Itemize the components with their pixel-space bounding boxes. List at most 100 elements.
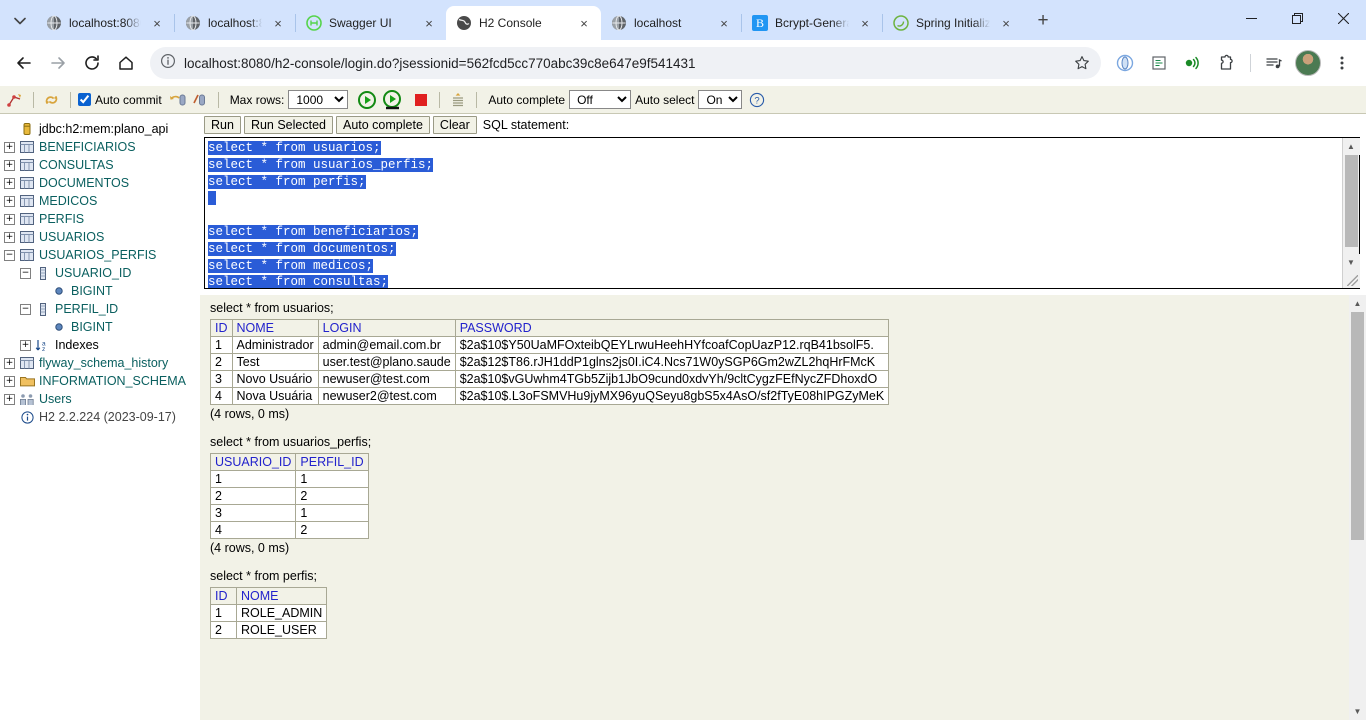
commit-icon[interactable] <box>189 89 211 111</box>
tab-localhost[interactable]: localhost × <box>601 6 741 40</box>
new-tab-button[interactable]: + <box>1029 7 1057 35</box>
scroll-up-icon[interactable]: ▲ <box>1349 295 1366 312</box>
column-header[interactable]: NOME <box>235 587 328 605</box>
run-icon[interactable] <box>356 89 378 111</box>
tree-toggle-icon[interactable]: + <box>20 339 31 351</box>
tree-toggle-icon[interactable]: + <box>4 393 15 405</box>
column-header[interactable]: LOGIN <box>317 319 456 337</box>
close-icon[interactable]: × <box>420 14 438 32</box>
tab-localhost-8080-v-2[interactable]: localhost:8080/v × <box>175 6 295 40</box>
disconnect-icon[interactable] <box>4 89 26 111</box>
tree-toggle-icon[interactable]: + <box>4 231 15 243</box>
rollback-icon[interactable] <box>167 89 189 111</box>
scroll-down-icon[interactable]: ▼ <box>1349 703 1366 720</box>
max-rows-select[interactable]: 1000 <box>288 90 349 109</box>
tab-bcrypt-generator[interactable]: B Bcrypt-Generato × <box>742 6 882 40</box>
reload-icon[interactable] <box>76 47 108 79</box>
clear-icon[interactable] <box>447 89 469 111</box>
tree-toggle-icon[interactable]: + <box>4 375 15 387</box>
tree-node-usuarios-perfis[interactable]: − USUARIOS_PERFIS <box>4 246 200 264</box>
close-window-button[interactable] <box>1320 0 1366 36</box>
media-playlist-icon[interactable] <box>1258 47 1290 79</box>
tree-node-usuario-id-type[interactable]: BIGINT <box>4 282 200 300</box>
stop-icon[interactable] <box>410 89 432 111</box>
refresh-icon[interactable] <box>41 89 63 111</box>
auto-select-select[interactable]: On <box>698 90 743 109</box>
tree-toggle-icon[interactable]: − <box>4 249 15 261</box>
opera-touch-icon[interactable] <box>1109 47 1141 79</box>
scroll-track[interactable] <box>1349 312 1366 703</box>
minimize-button[interactable] <box>1228 0 1274 36</box>
sql-editor-container[interactable]: select * from usuarios; select * from usu… <box>204 137 1360 289</box>
tree-node-perfis[interactable]: + PERFIS <box>4 210 200 228</box>
scroll-track[interactable] <box>1343 155 1360 254</box>
column-header[interactable]: NOME <box>231 319 319 337</box>
column-header[interactable]: PERFIL_ID <box>295 453 369 471</box>
chrome-menu-icon[interactable] <box>1326 47 1358 79</box>
tree-node-indexes[interactable]: + az Indexes <box>4 336 200 354</box>
tree-node-usuarios[interactable]: + USUARIOS <box>4 228 200 246</box>
column-header[interactable]: ID <box>210 587 237 605</box>
tracking-protection-icon[interactable] <box>1177 47 1209 79</box>
scroll-thumb[interactable] <box>1351 312 1364 540</box>
close-icon[interactable]: × <box>715 14 733 32</box>
site-info-icon[interactable] <box>160 53 176 74</box>
tree-node-users[interactable]: + Users <box>4 390 200 408</box>
tree-node-perfil-id[interactable]: − PERFIL_ID <box>4 300 200 318</box>
column-header[interactable]: ID <box>210 319 233 337</box>
tab-swagger-ui[interactable]: Swagger UI × <box>296 6 446 40</box>
column-header[interactable]: USUARIO_ID <box>209 453 297 471</box>
tree-toggle-icon[interactable]: + <box>4 177 15 189</box>
run-selected-button[interactable]: Run Selected <box>243 116 333 134</box>
close-icon[interactable]: × <box>575 14 593 32</box>
tree-node-flyway-schema-history[interactable]: + flyway_schema_history <box>4 354 200 372</box>
scroll-down-icon[interactable]: ▼ <box>1342 254 1360 271</box>
reading-list-icon[interactable] <box>1143 47 1175 79</box>
tree-node-beneficiarios[interactable]: + BENEFICIARIOS <box>4 138 200 156</box>
tree-toggle-icon[interactable]: − <box>20 303 31 315</box>
close-icon[interactable]: × <box>856 14 874 32</box>
tree-node-root[interactable]: jdbc:h2:mem:plano_api <box>4 120 200 138</box>
tree-node-usuario-id[interactable]: − USUARIO_ID <box>4 264 200 282</box>
auto-complete-button[interactable]: Auto complete <box>336 116 430 134</box>
url-text[interactable]: localhost:8080/h2-console/login.do?jsess… <box>184 56 1069 71</box>
close-icon[interactable]: × <box>997 14 1015 32</box>
resize-grip[interactable] <box>1342 271 1360 288</box>
auto-commit-toggle[interactable]: Auto commit <box>78 93 162 107</box>
tree-toggle-icon[interactable]: + <box>4 141 15 153</box>
close-icon[interactable]: × <box>269 14 287 32</box>
back-icon[interactable] <box>8 47 40 79</box>
forward-icon[interactable] <box>42 47 74 79</box>
tree-toggle-icon[interactable]: + <box>4 159 15 171</box>
sql-editor[interactable]: select * from usuarios; select * from usu… <box>205 138 1342 288</box>
tree-node-consultas[interactable]: + CONSULTAS <box>4 156 200 174</box>
column-header[interactable]: PASSWORD <box>454 319 890 337</box>
clear-button[interactable]: Clear <box>432 116 477 134</box>
scroll-thumb[interactable] <box>1344 155 1358 247</box>
tab-h2-console[interactable]: H2 Console × <box>446 6 601 40</box>
run-button[interactable]: Run <box>204 116 241 134</box>
address-bar[interactable]: localhost:8080/h2-console/login.do?jsess… <box>150 47 1101 79</box>
tree-node-information-schema[interactable]: + INFORMATION_SCHEMA <box>4 372 200 390</box>
tree-toggle-icon[interactable]: + <box>4 195 15 207</box>
tab-search-button[interactable] <box>6 7 34 35</box>
tree-node-perfil-id-type[interactable]: BIGINT <box>4 318 200 336</box>
tab-spring-initializr[interactable]: Spring Initializr × <box>883 6 1023 40</box>
auto-complete-select[interactable]: Off <box>569 90 632 109</box>
bookmark-star-icon[interactable] <box>1069 50 1095 76</box>
tree-toggle-icon[interactable]: + <box>4 357 15 369</box>
auto-commit-checkbox[interactable] <box>78 93 91 106</box>
maximize-button[interactable] <box>1274 0 1320 36</box>
editor-vertical-scrollbar[interactable]: ▲ ▼ <box>1342 138 1360 288</box>
tree-node-medicos[interactable]: + MEDICOS <box>4 192 200 210</box>
tab-localhost-8080-v-1[interactable]: localhost:8080/v × <box>36 6 174 40</box>
profile-avatar[interactable] <box>1292 47 1324 79</box>
extensions-puzzle-icon[interactable] <box>1211 47 1243 79</box>
run-selected-icon[interactable] <box>382 89 404 111</box>
tree-node-documentos[interactable]: + DOCUMENTOS <box>4 174 200 192</box>
home-icon[interactable] <box>110 47 142 79</box>
scroll-up-icon[interactable]: ▲ <box>1342 138 1360 155</box>
close-icon[interactable]: × <box>148 14 166 32</box>
tree-toggle-icon[interactable]: + <box>4 213 15 225</box>
results-vertical-scrollbar[interactable]: ▲ ▼ <box>1349 295 1366 720</box>
